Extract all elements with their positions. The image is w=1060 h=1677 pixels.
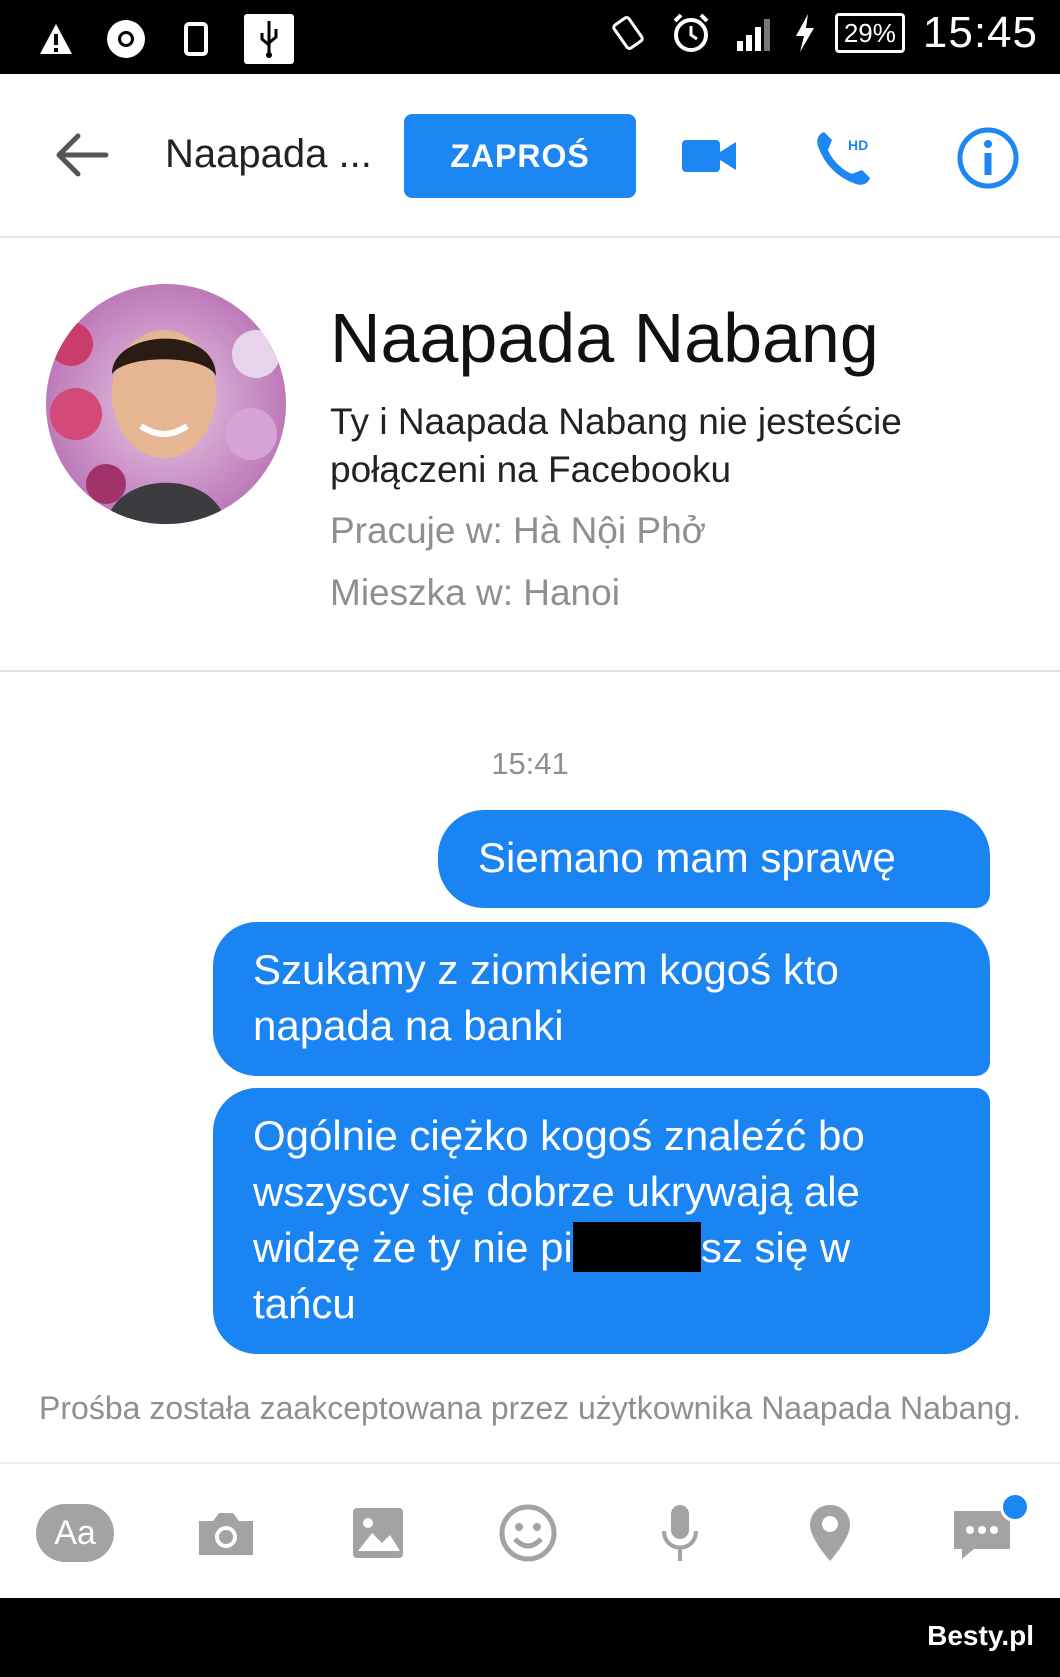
chat-header: Naapada ... ZAPROŚ HD [0, 74, 1060, 238]
work-info: Pracuje w: Hà Nội Phở [330, 510, 706, 551]
usb-icon [244, 14, 294, 64]
battery-indicator: 29% [834, 13, 905, 53]
hd-call-icon[interactable]: HD [812, 126, 876, 186]
sent-message[interactable]: Siemano mam sprawę [438, 810, 990, 908]
system-message: Prośba została zaakceptowana przez użytk… [39, 1390, 1021, 1426]
location-info: Mieszka w: Hanoi [330, 572, 620, 613]
location-icon[interactable] [792, 1500, 868, 1566]
notification-dot [1000, 1492, 1030, 1522]
video-call-icon[interactable] [678, 126, 742, 186]
signal-icon [731, 11, 775, 55]
image-icon[interactable] [340, 1500, 416, 1566]
profile-card: Naapada Nabang Ty i Naapada Nabang nie j… [0, 238, 1060, 672]
clock: 15:45 [922, 8, 1038, 57]
avatar[interactable] [46, 284, 286, 524]
watermark: Besty.pl [927, 1620, 1034, 1651]
connection-note: Ty i Naapada Nabang nie jesteście połącz… [330, 401, 902, 490]
info-icon[interactable] [956, 126, 1020, 189]
back-arrow-icon[interactable] [52, 130, 110, 180]
contact-name-short[interactable]: Naapada ... [165, 132, 372, 177]
navigation-bar: Besty.pl [0, 1598, 1060, 1677]
svg-text:HD: HD [848, 137, 868, 153]
chrome-icon [104, 17, 148, 61]
invite-button[interactable]: ZAPROŚ [404, 114, 636, 198]
redaction-bar [572, 1222, 701, 1272]
microphone-icon[interactable] [642, 1500, 718, 1566]
profile-name: Naapada Nabang [330, 299, 879, 377]
sent-message[interactable]: Szukamy z ziomkiem kogoś kto napada na b… [213, 922, 990, 1076]
message-timestamp: 15:41 [491, 746, 569, 781]
sent-message[interactable]: Ogólnie ciężko kogoś znaleźć bo wszyscy … [213, 1088, 990, 1354]
emoji-icon[interactable] [490, 1500, 566, 1566]
status-bar: 29% 15:45 [0, 0, 1060, 74]
warning-icon [34, 17, 78, 61]
camera-icon[interactable] [188, 1500, 264, 1566]
alarm-icon [669, 11, 713, 55]
text-input-button[interactable]: Aa [36, 1504, 114, 1562]
composer-bar: Aa [0, 1462, 1060, 1600]
phone-icon [174, 17, 218, 61]
vibrate-icon [607, 11, 651, 55]
charging-icon [793, 11, 817, 55]
